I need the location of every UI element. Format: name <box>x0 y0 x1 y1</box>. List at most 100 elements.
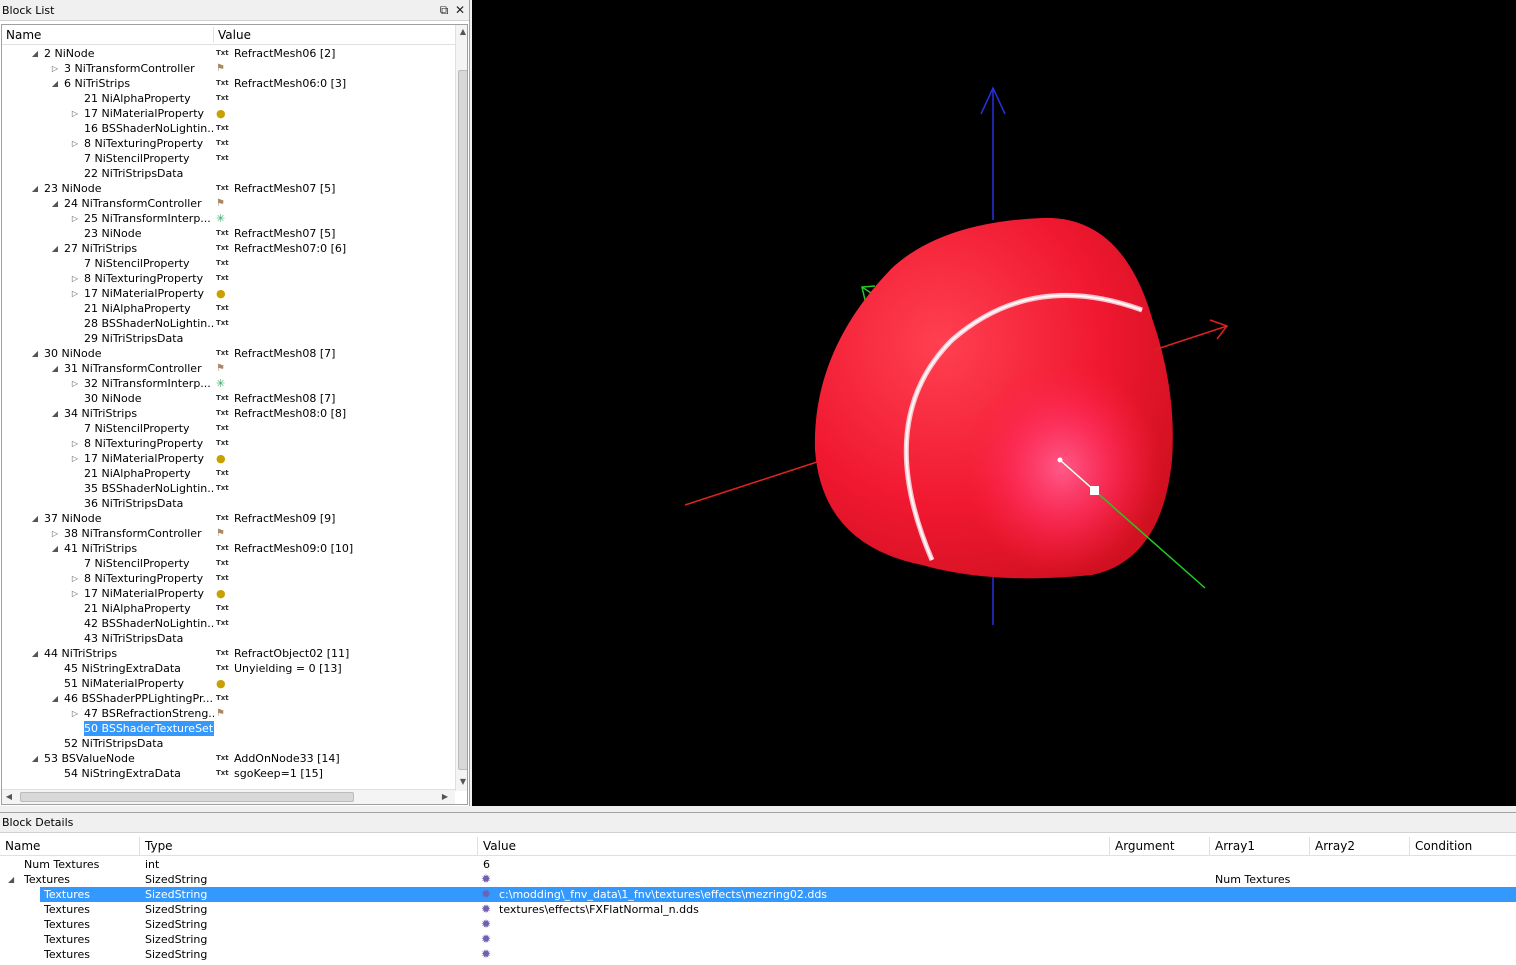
details-header-type[interactable]: Type <box>140 837 478 856</box>
details-header-array2[interactable]: Array2 <box>1310 837 1410 856</box>
tree-row[interactable]: ◢ 2 NiNode Txt RefractMesh06 [2] <box>2 46 453 61</box>
details-row[interactable]: Textures SizedString ✹ textures\effects\FXF… <box>0 902 1516 917</box>
vertical-scroll-thumb[interactable] <box>458 70 467 770</box>
collapse-arrow-icon[interactable]: ◢ <box>50 691 60 706</box>
expand-arrow-icon[interactable]: ▷ <box>70 376 80 391</box>
collapse-arrow-icon[interactable]: ◢ <box>30 751 40 766</box>
expand-arrow-icon[interactable]: ▷ <box>70 571 80 586</box>
tree-row[interactable]: ◢ 6 NiTriStrips Txt RefractMesh06:0 [3] <box>2 76 453 91</box>
details-header-value[interactable]: Value <box>478 837 1110 856</box>
tree-row[interactable]: ◢ 30 NiNode Txt RefractMesh08 [7] <box>2 346 453 361</box>
tree-row[interactable]: 7 NiStencilProperty Txt <box>2 256 453 271</box>
tree-row[interactable]: 30 NiNode Txt RefractMesh08 [7] <box>2 391 453 406</box>
collapse-arrow-icon[interactable]: ◢ <box>50 196 60 211</box>
tree-row[interactable]: ◢ 34 NiTriStrips Txt RefractMesh08:0 [8] <box>2 406 453 421</box>
vertical-scrollbar[interactable]: ▲ ▼ <box>455 25 467 791</box>
expand-arrow-icon[interactable]: ▷ <box>50 526 60 541</box>
expand-arrow-icon[interactable]: ▷ <box>70 706 80 721</box>
close-icon[interactable]: ✕ <box>453 3 467 17</box>
collapse-arrow-icon[interactable]: ◢ <box>30 46 40 61</box>
tree-row[interactable]: ◢ 41 NiTriStrips Txt RefractMesh09:0 [10] <box>2 541 453 556</box>
details-row[interactable]: Textures SizedString ✹ c:\modding\_fnv_data… <box>0 887 1516 902</box>
expand-arrow-icon[interactable]: ▷ <box>70 211 80 226</box>
tree-row[interactable]: 54 NiStringExtraData Txt sgoKeep=1 [15] <box>2 766 453 781</box>
expand-arrow-icon[interactable]: ▷ <box>70 451 80 466</box>
collapse-arrow-icon[interactable]: ◢ <box>30 181 40 196</box>
scroll-left-arrow-icon[interactable]: ◀ <box>2 790 16 804</box>
tree-row[interactable]: 28 BSShaderNoLightin... Txt <box>2 316 453 331</box>
expand-arrow-icon[interactable]: ▷ <box>70 436 80 451</box>
scroll-up-arrow-icon[interactable]: ▲ <box>456 25 467 39</box>
expand-arrow-icon[interactable]: ▷ <box>70 286 80 301</box>
expand-arrow-icon[interactable]: ▷ <box>70 106 80 121</box>
collapse-arrow-icon[interactable]: ◢ <box>30 646 40 661</box>
tree-row[interactable]: 51 NiMaterialProperty ● <box>2 676 453 691</box>
expand-arrow-icon[interactable]: ▷ <box>70 271 80 286</box>
tree-row[interactable]: 35 BSShaderNoLightin... Txt <box>2 481 453 496</box>
tree-row[interactable]: 21 NiAlphaProperty Txt <box>2 601 453 616</box>
tree-row[interactable]: 45 NiStringExtraData Txt Unyielding = 0 [1… <box>2 661 453 676</box>
collapse-arrow-icon[interactable]: ◢ <box>50 76 60 91</box>
scroll-right-arrow-icon[interactable]: ▶ <box>438 790 452 804</box>
details-row[interactable]: Textures SizedString ✹ <box>0 917 1516 932</box>
tree-row[interactable]: ▷ 3 NiTransformController ⚑ <box>2 61 453 76</box>
tree-row[interactable]: ◢ 27 NiTriStrips Txt RefractMesh07:0 [6] <box>2 241 453 256</box>
horizontal-scroll-thumb[interactable] <box>20 792 354 802</box>
tree-row[interactable]: 50 BSShaderTextureSet <box>2 721 453 736</box>
tree-row[interactable]: 42 BSShaderNoLightin... Txt <box>2 616 453 631</box>
column-header-value[interactable]: Value <box>214 25 455 45</box>
expand-arrow-icon[interactable]: ▷ <box>50 61 60 76</box>
collapse-arrow-icon[interactable]: ◢ <box>30 511 40 526</box>
tree-row[interactable]: ◢ 31 NiTransformController ⚑ <box>2 361 453 376</box>
tree-row[interactable]: ▷ 8 NiTexturingProperty Txt <box>2 136 453 151</box>
details-row[interactable]: Num Textures int 6 <box>0 857 1516 872</box>
gizmo-handle[interactable] <box>1090 486 1099 495</box>
collapse-arrow-icon[interactable]: ◢ <box>50 406 60 421</box>
collapse-arrow-icon[interactable]: ◢ <box>50 541 60 556</box>
tree-row[interactable]: 7 NiStencilProperty Txt <box>2 556 453 571</box>
collapse-arrow-icon[interactable]: ◢ <box>30 346 40 361</box>
details-row[interactable]: ◢ Textures SizedString ✹ Num Textures <box>0 872 1516 887</box>
block-tree[interactable]: Name Value ◢ 2 NiNode Txt RefractMesh06 [2]… <box>1 24 468 805</box>
tree-row[interactable]: ▷ 25 NiTransformInterp... ✳ <box>2 211 453 226</box>
tree-row[interactable]: 22 NiTriStripsData <box>2 166 453 181</box>
collapse-arrow-icon[interactable]: ◢ <box>50 361 60 376</box>
details-header-name[interactable]: Name <box>0 837 140 856</box>
tree-row[interactable]: ▷ 17 NiMaterialProperty ● <box>2 106 453 121</box>
details-header-argument[interactable]: Argument <box>1110 837 1210 856</box>
tree-row[interactable]: ▷ 8 NiTexturingProperty Txt <box>2 436 453 451</box>
details-header-condition[interactable]: Condition <box>1410 837 1516 856</box>
tree-row[interactable]: ◢ 53 BSValueNode Txt AddOnNode33 [14] <box>2 751 453 766</box>
scene-svg[interactable] <box>472 0 1516 806</box>
tree-row[interactable]: ▷ 32 NiTransformInterp... ✳ <box>2 376 453 391</box>
tree-row[interactable]: 36 NiTriStripsData <box>2 496 453 511</box>
tree-row[interactable]: ▷ 17 NiMaterialProperty ● <box>2 586 453 601</box>
tree-row[interactable]: 7 NiStencilProperty Txt <box>2 421 453 436</box>
details-row[interactable]: Textures SizedString ✹ <box>0 947 1516 962</box>
render-viewport[interactable] <box>472 0 1516 806</box>
tree-row[interactable]: ▷ 38 NiTransformController ⚑ <box>2 526 453 541</box>
tree-row[interactable]: ▷ 8 NiTexturingProperty Txt <box>2 571 453 586</box>
tree-row[interactable]: ◢ 24 NiTransformController ⚑ <box>2 196 453 211</box>
collapse-arrow-icon[interactable]: ◢ <box>50 241 60 256</box>
horizontal-scrollbar[interactable]: ◀ ▶ <box>2 789 455 804</box>
expand-arrow-icon[interactable]: ▷ <box>70 586 80 601</box>
tree-row[interactable]: 43 NiTriStripsData <box>2 631 453 646</box>
tree-row[interactable]: 23 NiNode Txt RefractMesh07 [5] <box>2 226 453 241</box>
tree-row[interactable]: ◢ 46 BSShaderPPLightingPr... Txt <box>2 691 453 706</box>
tree-row[interactable]: 21 NiAlphaProperty Txt <box>2 466 453 481</box>
tree-row[interactable]: 52 NiTriStripsData <box>2 736 453 751</box>
scroll-down-arrow-icon[interactable]: ▼ <box>456 775 467 789</box>
tree-row[interactable]: ◢ 37 NiNode Txt RefractMesh09 [9] <box>2 511 453 526</box>
tree-row[interactable]: ◢ 44 NiTriStrips Txt RefractObject02 [11] <box>2 646 453 661</box>
tree-row[interactable]: ▷ 47 BSRefractionStreng... ⚑ <box>2 706 453 721</box>
tree-row[interactable]: ◢ 23 NiNode Txt RefractMesh07 [5] <box>2 181 453 196</box>
tree-row[interactable]: 29 NiTriStripsData <box>2 331 453 346</box>
tree-row[interactable]: 21 NiAlphaProperty Txt <box>2 301 453 316</box>
undock-icon[interactable]: ⧉ <box>437 3 451 17</box>
tree-row[interactable]: ▷ 8 NiTexturingProperty Txt <box>2 271 453 286</box>
expand-arrow-icon[interactable]: ▷ <box>70 136 80 151</box>
tree-row[interactable]: ▷ 17 NiMaterialProperty ● <box>2 451 453 466</box>
details-row[interactable]: Textures SizedString ✹ <box>0 932 1516 947</box>
tree-row[interactable]: ▷ 17 NiMaterialProperty ● <box>2 286 453 301</box>
